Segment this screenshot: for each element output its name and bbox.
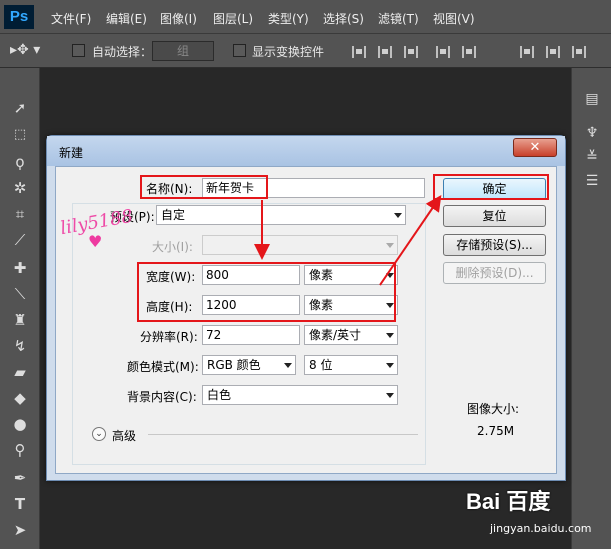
chevron-down-icon [386,393,394,398]
chevron-down-icon [394,213,402,218]
color-mode-select[interactable]: RGB 颜色 [202,355,296,375]
menu-type[interactable]: 类型(Y) [268,10,309,27]
height-unit-select[interactable]: 像素 [304,295,398,315]
menu-filter[interactable]: 滤镜(T) [378,10,419,27]
auto-select-checkbox[interactable] [72,44,85,57]
menu-bar: Ps 文件(F) 编辑(E) 图像(I) 图层(L) 类型(Y) 选择(S) 滤… [0,0,611,34]
brush-panel-icon[interactable]: ♆ [580,122,604,144]
resolution-unit-select[interactable]: 像素/英寸 [304,325,398,345]
size-label: 大小(I): [152,240,193,254]
properties-panel-icon[interactable]: ☰ [580,170,604,192]
paint-bucket-icon[interactable]: ◆ [10,388,30,408]
auto-select-label: 自动选择： [92,45,153,59]
delete-preset-button[interactable]: 删除预设(D)... [443,262,546,284]
bit-depth-select[interactable]: 8 位 [304,355,398,375]
save-preset-button[interactable]: 存储预设(S)... [443,234,546,256]
marquee-tool-icon[interactable]: ⬚ [10,125,30,145]
new-document-dialog: 新建 ✕ 名称(N): 新年贺卡 预设(P): 自定 大小(I): 宽度(W):… [46,135,566,481]
chevron-down-icon [284,363,292,368]
eraser-icon[interactable]: ▰ [10,362,30,382]
dialog-titlebar: 新建 ✕ [47,136,565,166]
history-brush-icon[interactable]: ↯ [10,336,30,356]
chevron-down-icon [386,333,394,338]
chevron-down-icon [386,243,394,248]
panel-dock: ▤ ♆ ≚ ☰ [571,68,611,549]
menu-image[interactable]: 图像(I) [160,10,197,27]
distribute-bottom-icon[interactable] [572,46,586,58]
width-unit-select[interactable]: 像素 [304,265,398,285]
reset-button[interactable]: 复位 [443,205,546,227]
heart-icon: ♥ [88,232,103,251]
close-button[interactable]: ✕ [513,138,557,157]
name-label: 名称(N): [146,182,193,196]
image-size-label: 图像大小: [467,402,520,416]
move-tool-preset-icon[interactable]: ▸✥ ▾ [10,42,40,58]
distribute-vcenter-icon[interactable] [546,46,560,58]
resolution-label: 分辨率(R): [140,330,198,344]
height-label: 高度(H): [146,300,193,314]
width-label: 宽度(W): [146,270,196,284]
width-input[interactable]: 800 [202,265,300,285]
align-left-icon[interactable] [436,46,450,58]
align-hcenter-icon[interactable] [462,46,476,58]
color-mode-label: 颜色模式(M): [127,360,199,374]
move-tool-icon[interactable]: ➚ [10,98,30,118]
menu-view[interactable]: 视图(V) [433,10,475,27]
bit-depth-value: 8 位 [309,358,333,372]
chevron-down-icon [386,303,394,308]
blur-tool-icon[interactable]: ● [10,414,30,434]
auto-select-combo[interactable]: 组 [152,41,214,61]
resolution-unit-value: 像素/英寸 [309,328,362,342]
magic-wand-icon[interactable]: ✲ [10,178,30,198]
size-select[interactable] [202,235,398,255]
baidu-url: jingyan.baidu.com [490,522,592,535]
width-unit-value: 像素 [309,268,334,282]
dodge-tool-icon[interactable]: ⚲ [10,440,30,460]
menu-edit[interactable]: 编辑(E) [106,10,147,27]
ok-button[interactable]: 确定 [443,178,546,200]
photoshop-window: { "app": {"logo": "Ps"}, "menubar": {"it… [0,0,611,549]
background-label: 背景内容(C): [127,390,197,404]
expand-advanced-icon[interactable]: ⌄ [92,427,106,441]
advanced-divider [148,434,418,435]
transform-controls-checkbox[interactable] [233,44,246,57]
history-panel-icon[interactable]: ▤ [580,88,604,110]
advanced-label: 高级 [112,429,137,443]
adjust-panel-icon[interactable]: ≚ [580,146,604,168]
distribute-top-icon[interactable] [520,46,534,58]
ps-logo: Ps [4,5,34,29]
preset-value: 自定 [161,208,186,222]
menu-select[interactable]: 选择(S) [323,10,364,27]
path-select-icon[interactable]: ➤ [10,520,30,540]
chevron-down-icon [386,363,394,368]
align-bottom-icon[interactable] [404,46,418,58]
align-vcenter-icon[interactable] [378,46,392,58]
crop-tool-icon[interactable]: ⌗ [10,204,30,224]
height-unit-value: 像素 [309,298,334,312]
healing-brush-icon[interactable]: ✚ [10,258,30,278]
menu-file[interactable]: 文件(F) [51,10,91,27]
transform-controls-label: 显示变换控件 [252,45,325,59]
dialog-title: 新建 [59,146,84,160]
height-input[interactable]: 1200 [202,295,300,315]
align-top-icon[interactable] [352,46,366,58]
type-tool-icon[interactable]: T [10,494,30,514]
image-size-value: 2.75M [477,424,515,438]
background-value: 白色 [207,388,232,402]
pen-tool-icon[interactable]: ✒ [10,468,30,488]
resolution-input[interactable]: 72 [202,325,300,345]
color-mode-value: RGB 颜色 [207,358,261,372]
baidu-logo: Bai 百度 [466,489,551,514]
preset-select[interactable]: 自定 [156,205,406,225]
auto-select-value: 组 [177,44,190,58]
name-input[interactable]: 新年贺卡 [202,178,425,198]
tools-panel: ➚ ⬚ ϙ ✲ ⌗ ⟋ ✚ ⟍ ♜ ↯ ▰ ◆ ● ⚲ ✒ T ➤ [0,68,40,549]
lasso-tool-icon[interactable]: ϙ [10,152,30,172]
chevron-down-icon [386,273,394,278]
eyedropper-icon[interactable]: ⟋ [10,230,30,250]
stamp-tool-icon[interactable]: ♜ [10,310,30,330]
brush-tool-icon[interactable]: ⟍ [10,284,30,304]
background-select[interactable]: 白色 [202,385,398,405]
menu-layer[interactable]: 图层(L) [213,10,253,27]
